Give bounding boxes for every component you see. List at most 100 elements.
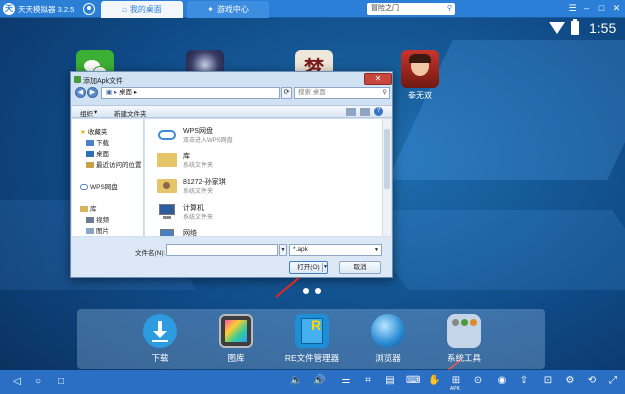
tab-game-center[interactable]: ✦ 游戏中心 [187,1,269,18]
new-folder-button[interactable]: 新建文件夹 [114,108,147,118]
cancel-label: 取消 [353,264,367,271]
filename-dropdown-icon[interactable]: ▼ [279,244,287,256]
user-icon[interactable] [83,3,95,15]
maximize-icon[interactable]: □ [595,2,608,15]
page-dot[interactable] [315,288,321,294]
dock-app-download[interactable]: 下载 [125,314,195,364]
wifi-icon [549,22,565,34]
page-dot[interactable] [303,288,309,294]
status-clock: 1:55 [589,20,617,36]
filename-label: 文件名(N): [135,250,166,257]
address-text: 桌面 [119,89,133,96]
cancel-button[interactable]: 取消 [339,261,381,274]
battery-icon [571,19,579,35]
app-label: 拳无双 [408,91,432,100]
close-icon[interactable]: ✕ [610,2,623,15]
help-icon[interactable]: ? [374,107,383,116]
file-item-computer[interactable]: 计算机 系统文件夹 [157,201,377,223]
home-icon[interactable]: ○ [35,376,41,388]
library-folder-icon [157,150,177,168]
screenshot-icon[interactable]: ⌗ [362,374,374,388]
folder-icon[interactable]: ▤ [384,374,396,388]
nav-label: 桌面 [96,151,109,158]
dropdown-arrow-icon: ▾ [94,109,98,116]
dock-label: 浏览器 [375,353,401,363]
nav-item-wps-cloud[interactable]: WPS网盘 [80,181,118,191]
dialog-title: 添加Apk文件 [83,78,124,85]
dialog-search-input[interactable]: 搜索 桌面 ⚲ [294,87,390,99]
scrollbar-thumb[interactable] [384,129,390,189]
star-icon: ★ [80,129,86,137]
file-item-library[interactable]: 库 系统文件夹 [157,149,377,171]
open-dropdown-icon[interactable]: ▼ [322,263,328,272]
preview-pane-icon[interactable] [360,108,370,116]
navigation-pane: ★收藏夹 下载 桌面 最近访问的位置 WPS网盘 库 视频 图片 文档 [72,119,144,236]
nav-label: 收藏夹 [87,129,108,136]
tab-my-desktop[interactable]: ⌂ 我的桌面 [101,1,183,18]
file-item-wps-cloud[interactable]: WPS网盘 双击进入WPS网盘 [157,124,377,146]
dock-label: 系统工具 [446,353,481,363]
file-list-scrollbar[interactable] [382,119,391,236]
recent-apps-icon[interactable]: □ [58,376,64,388]
file-list: WPS网盘 双击进入WPS网盘 库 系统文件夹 81272-孙家琪 系统文件夹 … [145,119,382,236]
menu-icon[interactable]: ☰ [566,2,579,15]
library-icon [80,206,88,213]
gps-icon[interactable]: ✋ [428,374,440,388]
dock-app-re-file-manager[interactable]: R RE文件管理器 [277,314,347,364]
nav-item-library[interactable]: 库 [80,203,97,213]
gallery-icon [219,314,253,348]
file-name: 网络 [183,230,197,236]
desktop-app-fist[interactable]: 拳无双 [398,50,442,101]
add-apk-file-dialog: 添加Apk文件 ✕ ◀ ▶ ▣ ▸ 桌面 ▸ ⟳ 搜索 桌面 ⚲ 组织 ▾ 新建… [70,71,393,278]
app-logo-icon: 天 [3,3,15,15]
search-text: 冒险之门 [371,5,399,12]
tab-label: 我的桌面 [129,5,162,14]
nav-item-recent[interactable]: 最近访问的位置 [86,159,142,169]
back-icon[interactable]: ◁ [13,376,21,388]
network-icon [157,227,177,236]
nav-item-downloads[interactable]: 下载 [86,137,109,147]
fist-game-icon [401,50,439,88]
nav-item-videos[interactable]: 视频 [86,214,109,224]
view-options-icon[interactable] [346,108,356,116]
search-icon[interactable]: ⚲ [447,3,452,15]
share-icon[interactable]: ⇪ [518,374,530,388]
back-arrow-icon[interactable]: ◀ [75,87,86,98]
search-input[interactable]: 冒险之门 ⚲ [367,3,455,15]
record-icon[interactable]: ◉ [496,374,508,388]
settings-icon[interactable]: ⚙ [564,374,576,388]
volume-up-icon[interactable]: 🔊 [313,374,325,388]
forward-arrow-icon[interactable]: ▶ [87,87,98,98]
filename-input[interactable] [166,244,278,256]
keyboard-icon[interactable]: ⌨ [406,374,420,388]
organize-menu[interactable]: 组织 [80,108,93,118]
file-item-user-folder[interactable]: 81272-孙家琪 系统文件夹 [157,175,377,197]
refresh-icon[interactable]: ⟳ [281,87,292,99]
nav-item-desktop[interactable]: 桌面 [86,148,109,158]
dock-app-system-tools[interactable]: 系统工具 [429,314,499,364]
filetype-select[interactable]: *.apk ▼ [289,244,382,256]
file-item-network[interactable]: 网络 [157,226,377,236]
gamepad-icon[interactable]: ⊡ [542,374,554,388]
dock-label: RE文件管理器 [284,353,340,363]
chevron-down-icon: ▼ [374,247,379,253]
location-icon[interactable]: ⊙ [472,374,484,388]
dock-label: 图库 [227,353,245,363]
nav-label: 图片 [96,228,109,235]
volume-down-icon[interactable]: 🔈 [290,374,302,388]
dock-app-gallery[interactable]: 图库 [201,314,271,364]
address-bar[interactable]: ▣ ▸ 桌面 ▸ [101,87,280,99]
address-row: ◀ ▶ ▣ ▸ 桌面 ▸ ⟳ 搜索 桌面 ⚲ [75,87,390,101]
nav-item-favorites[interactable]: ★ 收藏夹 [80,126,107,136]
nav-label: 视频 [96,217,109,224]
fullscreen-icon[interactable]: ⤢ [607,374,619,388]
folder-icon: ▣ ▸ [106,89,120,96]
dock-app-browser[interactable]: 浏览器 [353,314,423,364]
shake-icon[interactable]: ⚌ [340,374,352,388]
nav-item-pictures[interactable]: 图片 [86,225,109,235]
minimize-icon[interactable]: – [580,2,593,15]
apk-label: APK [450,386,461,392]
app-title: 天天模拟器 3.2.5 [18,5,75,14]
screen-rotate-icon[interactable]: ⟲ [586,374,598,388]
dialog-close-button[interactable]: ✕ [364,73,392,85]
